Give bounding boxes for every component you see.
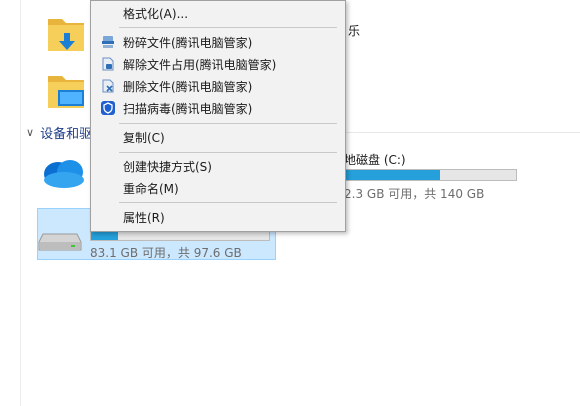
shred-icon — [101, 35, 115, 49]
menu-item-shred[interactable]: 粉碎文件(腾讯电脑管家) — [91, 31, 345, 53]
section-title: 设备和驱 — [40, 126, 93, 142]
collapse-chevron-icon[interactable]: ∨ — [26, 126, 34, 139]
menu-item-format[interactable]: 格式化(A)... — [91, 2, 345, 24]
menu-item-copy[interactable]: 复制(C) — [91, 126, 345, 148]
drive-c-sizes: 2.3 GB 可用，共 140 GB — [344, 187, 485, 201]
downloads-folder-icon[interactable] — [44, 13, 88, 57]
menu-item-unlock-file[interactable]: 解除文件占用(腾讯电脑管家) — [91, 53, 345, 75]
delete-file-icon — [101, 79, 115, 93]
onedrive-cloud-icon[interactable] — [38, 154, 86, 190]
drive-c-usage-fill — [343, 170, 440, 180]
drive-c-usage-bar — [342, 169, 517, 181]
menu-item-properties[interactable]: 属性(R) — [91, 206, 345, 228]
devices-section-header[interactable]: ∨ 设备和驱 — [26, 121, 92, 143]
menu-item-create-shortcut[interactable]: 创建快捷方式(S) — [91, 155, 345, 177]
desktop-folder-icon[interactable] — [44, 70, 88, 114]
menu-separator — [119, 152, 337, 153]
drive-d-sizes: 83.1 GB 可用，共 97.6 GB — [90, 246, 242, 260]
navigation-pane-edge — [0, 0, 21, 406]
menu-separator — [119, 123, 337, 124]
menu-item-scan-virus[interactable]: 扫描病毒(腾讯电脑管家) — [91, 97, 345, 119]
menu-separator — [119, 27, 337, 28]
menu-item-rename[interactable]: 重命名(M) — [91, 177, 345, 199]
shield-scan-icon — [101, 101, 115, 115]
hard-drive-icon — [37, 230, 83, 258]
menu-item-delete-file[interactable]: 删除文件(腾讯电脑管家) — [91, 75, 345, 97]
context-menu: 格式化(A)... 粉碎文件(腾讯电脑管家) 解除文件占用(腾讯电脑管家) 删除… — [90, 0, 346, 232]
menu-separator — [119, 202, 337, 203]
unlock-file-icon — [101, 57, 115, 71]
drive-c-name[interactable]: 地磁盘 (C:) — [344, 151, 406, 168]
folder-label-partial: 乐 — [348, 24, 361, 38]
